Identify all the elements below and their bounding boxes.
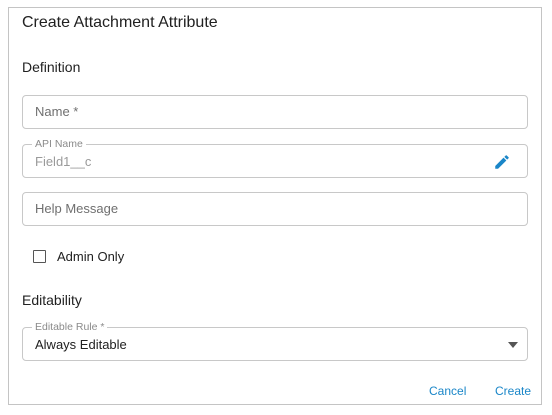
editability-heading: Editability bbox=[22, 292, 82, 308]
pencil-icon[interactable] bbox=[493, 153, 511, 171]
admin-only-checkbox[interactable] bbox=[33, 250, 46, 263]
cancel-button[interactable]: Cancel bbox=[429, 384, 466, 398]
api-name-field: API Name Field1__c bbox=[22, 138, 528, 178]
name-placeholder: Name * bbox=[35, 104, 79, 119]
api-name-value: Field1__c bbox=[35, 154, 92, 169]
editable-rule-legend: Editable Rule * bbox=[32, 321, 108, 333]
editable-rule-select[interactable]: Editable Rule * Always Editable bbox=[22, 321, 528, 361]
create-attachment-attribute-dialog: Create Attachment Attribute Definition N… bbox=[8, 7, 542, 405]
help-message-field[interactable]: Help Message bbox=[22, 192, 528, 226]
api-name-legend: API Name bbox=[32, 138, 86, 150]
admin-only-label: Admin Only bbox=[57, 249, 125, 264]
editable-rule-value: Always Editable bbox=[35, 337, 127, 352]
admin-only-option[interactable]: Admin Only bbox=[33, 249, 124, 264]
caret-down-icon[interactable] bbox=[508, 341, 518, 349]
definition-heading: Definition bbox=[22, 59, 81, 75]
dialog-title: Create Attachment Attribute bbox=[22, 14, 218, 31]
help-message-placeholder: Help Message bbox=[35, 201, 119, 216]
create-button[interactable]: Create bbox=[495, 384, 531, 398]
name-field[interactable]: Name * bbox=[22, 95, 528, 129]
